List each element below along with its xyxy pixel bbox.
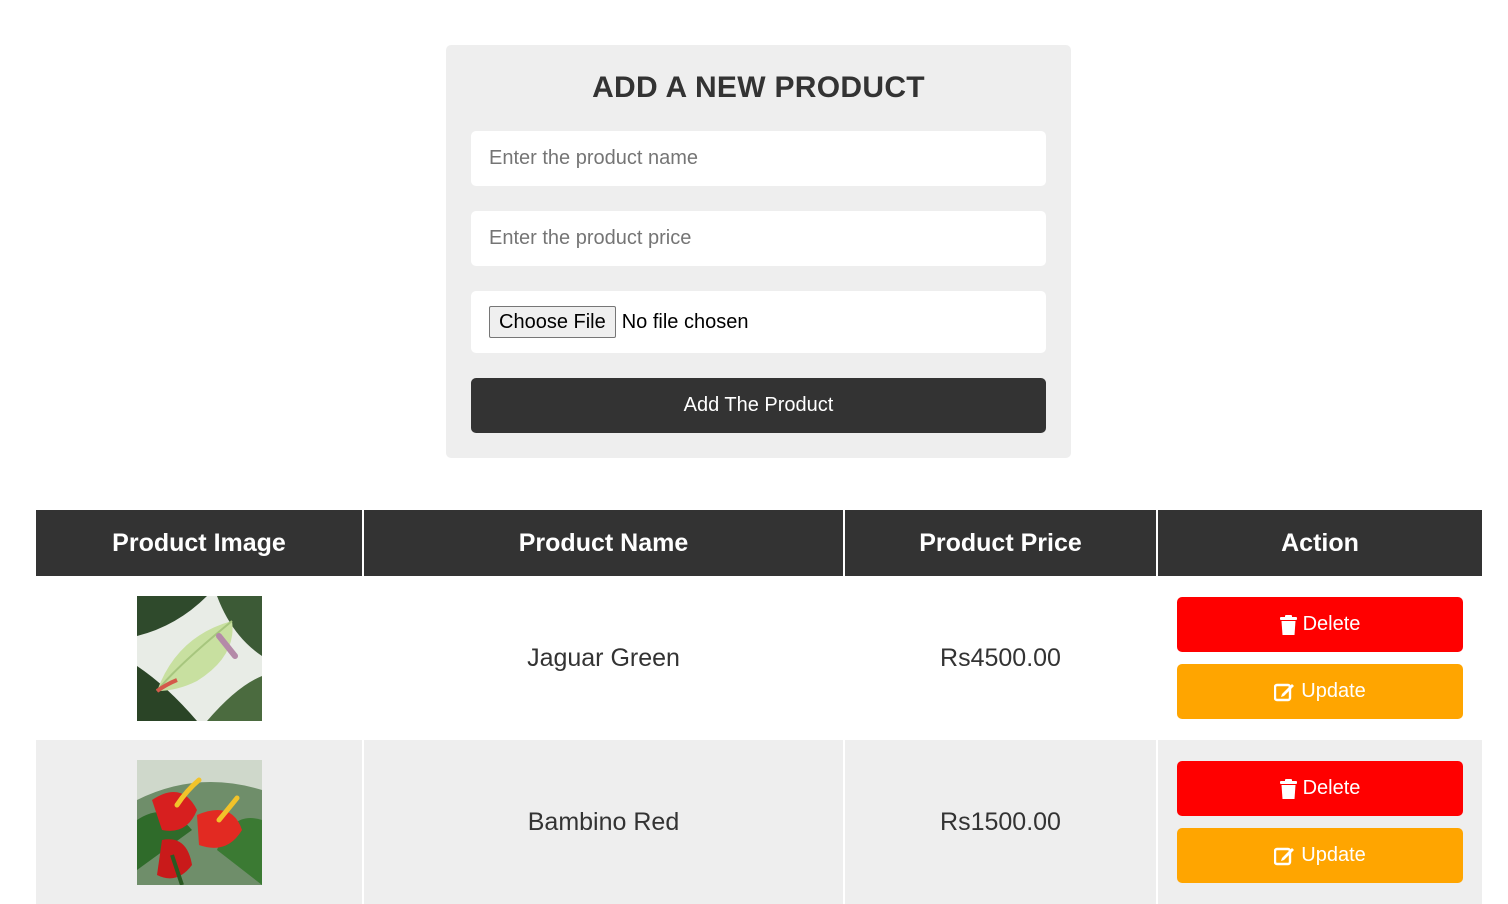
add-product-form: ADD A NEW PRODUCT Choose File No file ch… (446, 45, 1071, 458)
products-table-container: Product Image Product Name Product Price… (36, 510, 1482, 904)
trash-icon (1279, 778, 1297, 799)
edit-icon (1274, 683, 1295, 701)
product-name-input[interactable] (471, 131, 1046, 186)
edit-icon (1274, 847, 1295, 865)
trash-icon (1279, 614, 1297, 635)
choose-file-button[interactable]: Choose File (489, 306, 616, 338)
delete-label: Delete (1302, 777, 1361, 799)
product-price-cell: Rs1500.00 (844, 740, 1158, 904)
header-product-image: Product Image (36, 510, 364, 576)
delete-label: Delete (1302, 613, 1361, 635)
update-button[interactable]: Update (1177, 828, 1463, 883)
header-product-price: Product Price (844, 510, 1158, 576)
product-name-cell: Jaguar Green (363, 576, 845, 740)
product-price-input[interactable] (471, 211, 1046, 266)
form-title: ADD A NEW PRODUCT (592, 71, 925, 104)
update-label: Update (1301, 680, 1366, 702)
product-price-cell: Rs4500.00 (844, 576, 1158, 740)
action-cell: Delete Update (1157, 740, 1482, 904)
table-header-row: Product Image Product Name Product Price… (36, 510, 1482, 576)
update-button[interactable]: Update (1177, 664, 1463, 719)
add-product-button[interactable]: Add The Product (471, 378, 1046, 433)
products-table: Product Image Product Name Product Price… (36, 510, 1482, 904)
product-image-cell (36, 576, 364, 740)
header-action: Action (1157, 510, 1482, 576)
product-name-cell: Bambino Red (363, 740, 845, 904)
action-cell: Delete Update (1157, 576, 1482, 740)
product-image-cell (36, 740, 364, 904)
product-image-jaguar-green (136, 595, 262, 721)
header-product-name: Product Name (363, 510, 845, 576)
file-status-text: No file chosen (621, 310, 749, 333)
table-row: Bambino Red Rs1500.00 Delete Update (36, 740, 1482, 904)
delete-button[interactable]: Delete (1177, 597, 1463, 652)
table-row: Jaguar Green Rs4500.00 Delete Update (36, 576, 1482, 740)
delete-button[interactable]: Delete (1177, 761, 1463, 816)
product-image-bambino-red (136, 759, 262, 885)
product-image-file-input: Choose File No file chosen (471, 291, 1046, 353)
